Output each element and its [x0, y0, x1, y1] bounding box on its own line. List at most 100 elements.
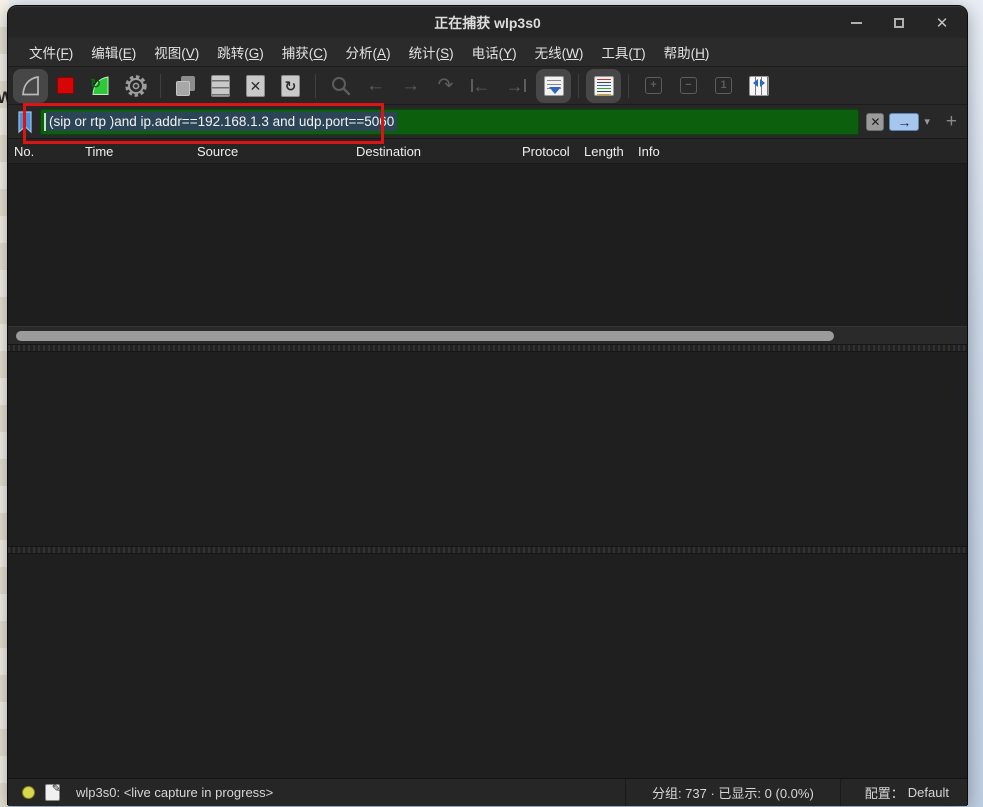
clear-filter-button[interactable]: ✕ [866, 113, 884, 131]
stop-capture-button[interactable] [48, 69, 83, 103]
zoom-in-button[interactable]: + [636, 69, 671, 103]
window-title: 正在捕获 wlp3s0 [434, 13, 541, 33]
reload-file-icon: ↻ [281, 75, 300, 97]
close-file-icon: ✕ [246, 75, 265, 97]
packet-counts-text: 分组: 737 · 已显示: 0 (0.0%) [625, 779, 841, 806]
go-forward-button[interactable]: → [393, 69, 428, 103]
colorize-button[interactable] [586, 69, 621, 103]
filter-bookmark-icon[interactable] [15, 110, 35, 134]
pencil-icon: ✎ [52, 782, 61, 795]
last-packet-icon: → [506, 77, 526, 95]
column-header-source[interactable]: Source [193, 144, 352, 159]
column-header-no[interactable]: No. [8, 144, 81, 159]
apply-filter-button[interactable]: → [889, 113, 919, 131]
colorize-icon [594, 76, 614, 96]
start-capture-button[interactable] [13, 69, 48, 103]
stop-icon [57, 77, 74, 94]
resize-columns-icon [749, 76, 769, 96]
zoom-100-button[interactable]: 1 [706, 69, 741, 103]
packet-bytes-pane [8, 554, 967, 778]
forward-arrow-icon: → [401, 76, 420, 95]
column-header-destination[interactable]: Destination [352, 144, 518, 159]
menu-analyze[interactable]: 分析A [337, 38, 400, 66]
column-header-length[interactable]: Length [580, 144, 634, 159]
maximize-button[interactable] [888, 12, 910, 34]
column-header-time[interactable]: Time [81, 144, 193, 159]
pane-splitter-top[interactable] [8, 344, 967, 352]
gear-icon [123, 73, 149, 99]
clear-icon: ✕ [870, 115, 880, 129]
column-header-info[interactable]: Info [634, 144, 967, 159]
menu-view[interactable]: 视图V [145, 38, 208, 66]
packet-details-pane [8, 352, 967, 546]
apply-arrow-icon: → [897, 115, 911, 129]
add-filter-button[interactable]: + [946, 111, 957, 133]
reload-file-button[interactable]: ↻ [273, 69, 308, 103]
go-back-button[interactable]: ← [358, 69, 393, 103]
restart-capture-button[interactable]: ↻ [83, 69, 118, 103]
zoom-out-button[interactable]: − [671, 69, 706, 103]
open-file-icon [175, 75, 197, 97]
horizontal-scrollbar[interactable] [8, 326, 967, 344]
menu-go[interactable]: 跳转G [208, 38, 273, 66]
menu-tools[interactable]: 工具T [592, 38, 654, 66]
go-last-button[interactable]: → [498, 69, 533, 103]
restart-arrow-glyph: ↻ [90, 76, 101, 92]
capture-comment-icon[interactable]: ✎ [45, 784, 60, 801]
capture-options-button[interactable] [118, 69, 153, 103]
menu-edit[interactable]: 编辑E [82, 38, 145, 66]
expert-info-icon[interactable] [22, 786, 35, 799]
wireshark-window: 正在捕获 wlp3s0 ✕ 文件F 编辑E 视图V 跳转G 捕获C 分析A 统计… [7, 5, 968, 805]
capture-status-text: wlp3s0: <live capture in progress> [76, 785, 625, 800]
menu-wireless[interactable]: 无线W [526, 38, 593, 66]
menu-capture[interactable]: 捕获C [273, 38, 337, 66]
packet-list-header: No. Time Source Destination Protocol Len… [8, 139, 967, 164]
profile-section[interactable]: 配置： Default [841, 783, 967, 802]
filter-bar: (sip or rtp )and ip.addr==192.168.1.3 an… [8, 105, 967, 139]
maximize-icon [894, 18, 904, 28]
close-file-button[interactable]: ✕ [238, 69, 273, 103]
goto-arrow-icon: ↷ [438, 76, 454, 95]
auto-scroll-icon [544, 76, 564, 96]
shark-fin-icon [19, 74, 43, 98]
packet-list-pane [8, 164, 967, 326]
menu-help[interactable]: 帮助H [655, 38, 719, 66]
auto-scroll-button[interactable] [536, 69, 571, 103]
toolbar-separator [315, 74, 316, 98]
zoom-100-icon: 1 [715, 77, 732, 94]
display-filter-input[interactable]: (sip or rtp )and ip.addr==192.168.1.3 an… [40, 109, 859, 135]
toolbar-separator [160, 74, 161, 98]
toolbar-separator [578, 74, 579, 98]
minimize-icon [851, 22, 862, 24]
horizontal-scrollbar-thumb[interactable] [16, 331, 834, 341]
filter-text-selected: (sip or rtp )and ip.addr==192.168.1.3 an… [46, 112, 397, 131]
status-bar: ✎ wlp3s0: <live capture in progress> 分组:… [8, 778, 967, 806]
column-header-protocol[interactable]: Protocol [518, 144, 580, 159]
desktop: W 正在捕获 wlp3s0 ✕ 文件F 编辑E 视图V 跳转G 捕获C 分析A … [0, 0, 983, 807]
back-arrow-icon: ← [366, 76, 385, 95]
profile-label: 配置： [865, 783, 904, 802]
menu-telephony[interactable]: 电话Y [463, 38, 526, 66]
filter-dropdown-button[interactable]: ▾ [924, 115, 930, 128]
first-packet-icon: ← [471, 77, 491, 95]
go-to-packet-button[interactable]: ↷ [428, 69, 463, 103]
find-packet-button[interactable] [323, 69, 358, 103]
go-first-button[interactable]: ← [463, 69, 498, 103]
minimize-button[interactable] [845, 12, 867, 34]
save-file-icon [211, 75, 230, 97]
close-icon: ✕ [936, 14, 949, 32]
close-button[interactable]: ✕ [931, 12, 953, 34]
pane-splitter-bottom[interactable] [8, 546, 967, 554]
zoom-in-icon: + [645, 77, 662, 94]
menu-file[interactable]: 文件F [20, 38, 82, 66]
resize-columns-button[interactable] [741, 69, 776, 103]
window-controls: ✕ [845, 7, 953, 39]
open-file-button[interactable] [168, 69, 203, 103]
profile-value: Default [908, 785, 949, 800]
zoom-out-icon: − [680, 77, 697, 94]
title-bar[interactable]: 正在捕获 wlp3s0 ✕ [8, 6, 967, 38]
menu-statistics[interactable]: 统计S [400, 38, 463, 66]
save-file-button[interactable] [203, 69, 238, 103]
menu-bar: 文件F 编辑E 视图V 跳转G 捕获C 分析A 统计S 电话Y 无线W 工具T … [8, 38, 967, 67]
toolbar-separator [628, 74, 629, 98]
